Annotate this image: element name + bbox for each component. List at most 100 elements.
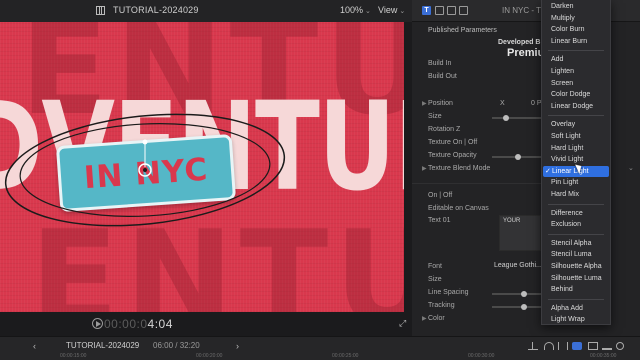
- position-x-value[interactable]: 0 P: [531, 100, 542, 107]
- menu-item-label: Lighten: [551, 68, 574, 75]
- menu-item-label: Behind: [551, 286, 573, 294]
- line-spacing-knob[interactable]: [521, 291, 527, 297]
- menu-item-label: Screen: [551, 79, 574, 87]
- snapping-icon[interactable]: [572, 342, 582, 350]
- menu-item-difference[interactable]: Difference: [542, 208, 610, 219]
- menu-item-lighten[interactable]: Lighten: [542, 66, 610, 77]
- menu-item-color-dodge[interactable]: Color Dodge: [542, 89, 610, 100]
- title-inspector-tab[interactable]: T: [422, 6, 431, 15]
- menu-item-label: Overlay: [551, 121, 576, 129]
- menu-item-label: Silhouette Alpha: [551, 263, 602, 270]
- menu-item-label: Stencil Alpha: [551, 239, 592, 247]
- menu-item-multiply[interactable]: Multiply: [542, 13, 610, 24]
- on-off-label: On | Off: [428, 192, 453, 199]
- disclosure-triangle-icon[interactable]: ▶: [422, 100, 427, 107]
- timecode-display[interactable]: 00:00:04:04: [104, 317, 173, 331]
- chevron-down-icon: ⌄: [399, 8, 406, 15]
- info-inspector-tab[interactable]: [459, 6, 468, 15]
- zoom-dropdown[interactable]: 100% ⌄: [340, 5, 371, 15]
- editable-on-canvas-label: Editable on Canvas: [428, 205, 489, 212]
- menu-item-soft-light[interactable]: Soft Light: [542, 131, 610, 142]
- menu-item-color-burn[interactable]: Color Burn: [542, 24, 610, 35]
- menu-item-stencil-alpha[interactable]: Stencil Alpha: [542, 238, 610, 249]
- disclosure-triangle-icon[interactable]: ▶: [422, 315, 427, 322]
- onscreen-transform-control[interactable]: [0, 22, 404, 312]
- menu-item-hard-light[interactable]: Hard Light: [542, 143, 610, 154]
- menu-item-label: Difference: [551, 209, 583, 217]
- menu-item-silhouette-alpha[interactable]: Silhouette Alpha: [542, 261, 610, 272]
- fullscreen-icon[interactable]: ⤢: [399, 319, 408, 328]
- video-inspector-tab[interactable]: [447, 6, 456, 15]
- tracking-knob[interactable]: [521, 304, 527, 310]
- texture-blend-mode-label: Texture Blend Mode: [428, 165, 491, 172]
- menu-item-label: Hard Light: [551, 144, 584, 152]
- font-size-label: Size: [428, 276, 442, 283]
- tracking-slider[interactable]: [492, 306, 542, 308]
- published-parameters-header: Published Parameters: [428, 27, 497, 34]
- menu-item-overlay[interactable]: Overlay: [542, 119, 610, 130]
- menu-item-darken[interactable]: Darken: [542, 1, 610, 12]
- view-dropdown[interactable]: View ⌄: [378, 5, 405, 15]
- viewer-project-title: TUTORIAL-2024029: [113, 5, 199, 15]
- texture-opacity-label: Texture Opacity: [428, 152, 477, 159]
- clip-appearance-icon[interactable]: [588, 342, 598, 350]
- menu-item-behind[interactable]: Behind: [542, 284, 610, 295]
- blend-mode-menu[interactable]: Darken Multiply Color Burn Linear Burn Add Li…: [541, 0, 611, 325]
- menu-separator: [548, 203, 604, 205]
- audio-meter-icon[interactable]: [602, 342, 612, 350]
- ruler-tick: 00:00:25:00: [332, 353, 359, 359]
- menu-item-hard-mix[interactable]: Hard Mix: [542, 189, 610, 200]
- menu-item-label: Darken: [551, 3, 574, 10]
- forward-button[interactable]: ›: [236, 341, 239, 351]
- texture-opacity-knob[interactable]: [515, 154, 521, 160]
- texture-onoff-label: Texture On | Off: [428, 139, 478, 146]
- menu-item-light-wrap[interactable]: Light Wrap: [542, 314, 610, 325]
- zoom-value: 100%: [340, 5, 364, 15]
- ruler-tick: 00:00:15:00: [60, 353, 87, 359]
- menu-item-label: Light Wrap: [551, 316, 585, 324]
- position-label: Position: [428, 100, 453, 107]
- chevron-down-icon: ⌄: [365, 8, 371, 15]
- menu-item-alpha-add[interactable]: Alpha Add: [542, 303, 610, 314]
- menu-item-label: Pin Light: [551, 179, 579, 187]
- menu-item-pin-light[interactable]: Pin Light: [542, 177, 610, 188]
- menu-item-linear-dodge[interactable]: Linear Dodge: [542, 101, 610, 112]
- menu-item-label: Hard Mix: [551, 191, 580, 198]
- menu-item-label: Silhouette Luma: [551, 274, 602, 282]
- disclosure-triangle-icon[interactable]: ▶: [422, 165, 427, 172]
- menu-item-exclusion[interactable]: Exclusion: [542, 219, 610, 230]
- size-slider[interactable]: [492, 117, 542, 119]
- tracking-label: Tracking: [428, 302, 455, 309]
- blade-tool-icon[interactable]: [528, 342, 538, 350]
- skimming-icon[interactable]: [558, 342, 568, 350]
- text-inspector-tab[interactable]: [435, 6, 444, 15]
- headphones-icon[interactable]: [544, 342, 554, 350]
- menu-item-silhouette-luma[interactable]: Silhouette Luma: [542, 273, 610, 284]
- menu-item-screen[interactable]: Screen: [542, 78, 610, 89]
- zoom-icon[interactable]: [616, 342, 624, 350]
- menu-item-label: Color Dodge: [551, 91, 591, 99]
- rotation-handle[interactable]: [142, 139, 148, 145]
- view-label: View: [378, 5, 398, 15]
- menu-item-stencil-luma[interactable]: Stencil Luma: [542, 249, 610, 260]
- build-out-label: Build Out: [428, 73, 457, 80]
- menu-item-label: Alpha Add: [551, 304, 583, 312]
- menu-separator: [548, 298, 604, 300]
- line-spacing-slider[interactable]: [492, 293, 542, 295]
- play-button[interactable]: [92, 318, 103, 329]
- font-dropdown[interactable]: League Gothi...: [494, 262, 542, 269]
- film-icon: [96, 6, 105, 15]
- size-slider-knob[interactable]: [503, 115, 509, 121]
- timeline-toolbar: ‹ TUTORIAL-2024029 06:00 / 32:20 › 00:00…: [0, 336, 640, 360]
- text-01-field[interactable]: YOUR: [499, 215, 541, 251]
- menu-item-label: Stencil Luma: [551, 251, 592, 259]
- center-dot: [143, 168, 147, 172]
- viewer-canvas[interactable]: ENTU ENTU DVENTURE IN NYC: [0, 22, 404, 312]
- menu-item-add[interactable]: Add: [542, 54, 610, 65]
- timeline-project-name[interactable]: TUTORIAL-2024029: [66, 341, 139, 350]
- timecode-dim: 00:00:0: [104, 317, 148, 331]
- menu-item-label: Add: [551, 56, 564, 64]
- back-button[interactable]: ‹: [33, 341, 36, 351]
- menu-item-linear-burn[interactable]: Linear Burn: [542, 36, 610, 47]
- chevron-down-icon[interactable]: ⌄: [628, 164, 634, 172]
